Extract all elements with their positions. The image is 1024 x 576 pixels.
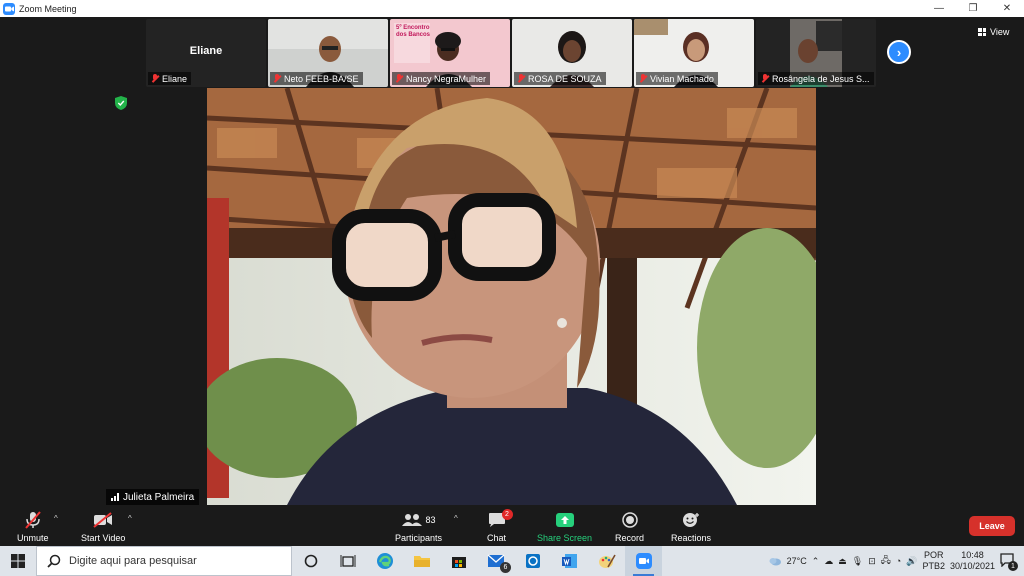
store-app[interactable] [440,546,477,576]
edge-app[interactable] [366,546,403,576]
participant-tile-eliane[interactable]: Eliane Eliane [146,19,266,87]
taskbar-search-box[interactable]: Digite aqui para pesquisar [36,546,292,576]
wifi-icon[interactable]: ◔ [896,556,901,566]
meeting-toolbar: Unmute ^ Start Video ^ 83 Participants ^… [0,508,1024,546]
record-icon [621,510,638,530]
app-icon-blue[interactable] [514,546,551,576]
app-window-icon [525,554,540,568]
participants-options-caret-icon[interactable]: ^ [454,514,458,523]
participant-name-tag: Rosângela de Jesus S... [758,72,874,85]
mic-muted-icon [639,74,647,83]
taskbar-clock[interactable]: 10:48 30/10/2021 [950,550,995,572]
speaker-video-frame [207,88,816,505]
word-app[interactable] [551,546,588,576]
unmute-button[interactable]: Unmute [17,510,49,543]
participant-name-tag: Neto FEEB-BA/SE [270,72,363,85]
network-icon[interactable]: 🖧 [881,553,891,569]
cortana-circle-icon [304,554,317,568]
next-page-arrow-icon[interactable]: › [887,40,911,64]
onedrive-cloud-icon[interactable]: ☁ [824,556,833,567]
video-options-caret-icon[interactable]: ^ [128,514,132,523]
start-video-button[interactable]: Start Video [81,510,125,543]
mail-app[interactable]: 6 [477,546,514,576]
signal-bars-icon [111,493,119,501]
word-icon [561,554,577,568]
mic-muted-icon [24,510,41,530]
smiley-icon [682,510,700,530]
mic-muted-icon [517,74,525,83]
participant-count: 83 [425,515,436,525]
close-button[interactable]: ✕ [990,0,1024,17]
poster-text: 5º Encontro dos Bancos [396,25,431,38]
meeting-area: Eliane Eliane Neto FEEB-BA/SE 5º Encontr… [0,17,1024,508]
participant-tile-neto[interactable]: Neto FEEB-BA/SE [268,19,388,87]
view-button[interactable]: View [978,25,1009,39]
cortana-button[interactable] [292,546,329,576]
share-screen-button[interactable]: Share Screen [537,510,592,543]
participant-tile-nancy[interactable]: 5º Encontro dos Bancos Nancy NegraMulher [390,19,510,87]
mic-muted-icon [273,74,281,83]
video-off-icon [93,510,113,530]
mail-count-badge: 6 [500,562,511,573]
screen-capture-icon[interactable]: ⊡ [868,556,876,567]
participant-tile-rosa[interactable]: ROSA DE SOUZA [512,19,632,87]
notification-center-button[interactable]: 1 [1000,553,1018,571]
share-screen-icon [555,510,574,530]
participant-name-tag: Eliane [148,72,192,85]
store-bag-icon [451,557,466,568]
chat-unread-badge: 2 [501,509,513,520]
system-tray: 27°C ⌃ ☁ ⏏ 🎙 ⊡ 🖧 ◔ 🔊 POR PTB2 10:48 30/10/… [768,546,1024,576]
participant-name-tag: Nancy NegraMulher [392,72,491,85]
active-speaker-video [207,88,816,505]
participant-name-tag: Vivian Machado [636,72,718,85]
zoom-taskbar-app[interactable] [625,546,662,576]
participant-tile-rosangela[interactable]: Rosângela de Jesus S... [756,19,876,87]
windows-taskbar: Digite aqui para pesquisar 6 27°C ⌃ ☁ ⏏ … [0,546,1024,576]
chevron-up-icon[interactable]: ⌃ [812,556,820,567]
record-button[interactable]: Record [615,510,644,543]
search-icon [47,554,61,568]
speaker-name-tag: Julieta Palmeira [106,489,200,505]
minimize-button[interactable]: — [922,0,956,17]
participants-icon [401,514,422,526]
task-view-icon [340,555,355,567]
weather-cloud-icon [769,558,781,566]
weather-temperature[interactable]: 27°C [787,556,807,566]
mic-muted-icon [395,74,403,83]
edge-browser-icon [376,553,393,569]
reactions-button[interactable]: Reactions [671,510,711,543]
chat-icon: 2 [488,509,513,530]
paint-app[interactable] [588,546,625,576]
windows-start-button[interactable] [0,546,36,576]
restore-button[interactable]: ❐ [956,0,990,17]
notification-count-badge: 1 [1008,561,1018,571]
grid-icon [978,28,986,36]
mic-muted-icon [151,74,159,83]
mic-muted-icon [761,74,769,83]
volume-icon[interactable]: 🔊 [906,556,917,567]
task-view-button[interactable] [329,546,366,576]
chat-button[interactable]: 2 Chat [487,509,513,543]
security-shield-icon[interactable] [115,96,127,110]
file-explorer-app[interactable] [403,546,440,576]
microphone-icon[interactable]: 🎙 [852,556,863,567]
audio-options-caret-icon[interactable]: ^ [54,514,58,523]
leave-button[interactable]: Leave [969,516,1015,536]
participants-button[interactable]: 83 Participants [395,510,442,543]
paint-palette-icon [598,554,616,568]
participant-name-tag: ROSA DE SOUZA [514,72,606,85]
participant-tile-vivian[interactable]: Vivian Machado [634,19,754,87]
input-language-indicator[interactable]: POR PTB2 [922,550,945,572]
folder-icon [413,556,430,567]
windows-logo-icon [11,554,25,568]
zoom-app-icon [3,2,15,15]
zoom-icon [635,553,652,569]
usb-device-icon[interactable]: ⏏ [838,556,847,567]
participant-display-name: Eliane [189,45,223,57]
window-title: Zoom Meeting [19,3,77,14]
title-bar: Zoom Meeting — ❐ ✕ [0,0,1024,17]
